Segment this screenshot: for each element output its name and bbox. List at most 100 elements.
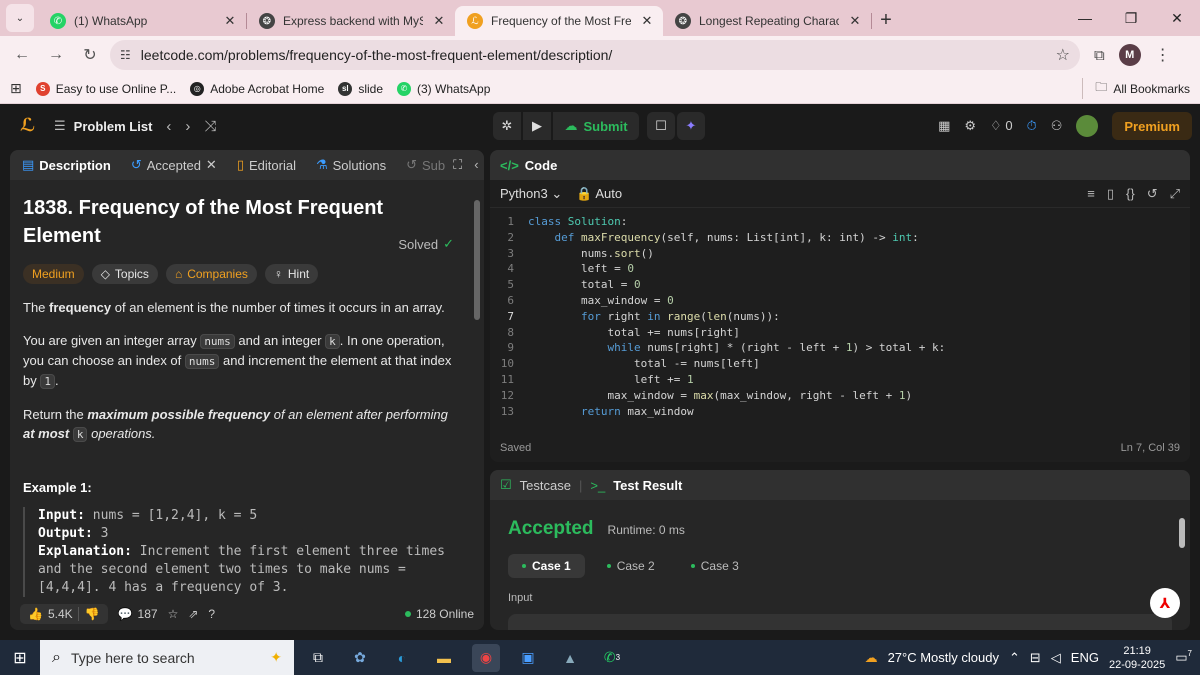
problem-list-button[interactable]: ☰ Problem List: [54, 118, 152, 134]
bookmark-star-icon[interactable]: ☆: [1056, 45, 1070, 65]
acrobat-pdf-icon[interactable]: ⅄: [1150, 588, 1180, 618]
tab-search-chevron-icon[interactable]: ⌄: [6, 4, 34, 32]
tab-editorial[interactable]: ▯ Editorial: [233, 157, 300, 173]
minimize-icon[interactable]: —: [1062, 10, 1108, 26]
back-arrow-icon[interactable]: ←: [8, 41, 36, 69]
copilot-sparkle-icon[interactable]: ✦: [270, 649, 282, 666]
scroll-thumb[interactable]: [1179, 518, 1185, 548]
close-icon[interactable]: ✕: [431, 13, 447, 29]
weather-label[interactable]: 27°C Mostly cloudy: [888, 650, 999, 665]
autocomplete-mode[interactable]: 🔒 Auto: [576, 186, 622, 202]
favorite-star-icon[interactable]: ☆: [168, 607, 179, 621]
topics-chip[interactable]: ◇ Topics: [91, 264, 158, 284]
window-close-icon[interactable]: ✕: [1154, 10, 1200, 27]
help-icon[interactable]: ?: [208, 607, 215, 621]
ai-sparkle-icon[interactable]: ✦: [677, 112, 705, 140]
tab-accepted[interactable]: ↺ Accepted ✕: [127, 157, 221, 173]
like-button[interactable]: 👍 5.4K 👎: [20, 604, 108, 624]
leetcode-logo-icon[interactable]: ℒ: [20, 115, 40, 137]
restore-icon[interactable]: ❐: [1108, 10, 1154, 27]
premium-button[interactable]: Premium: [1112, 112, 1192, 140]
collapse-chevron-icon[interactable]: ‹: [474, 157, 478, 173]
taskbar-search[interactable]: ⌕ Type here to search ✦: [40, 640, 294, 675]
bookmark-slide[interactable]: sl slide: [338, 81, 383, 96]
extensions-icon[interactable]: ⧉: [1094, 47, 1105, 64]
close-icon[interactable]: ✕: [639, 13, 655, 29]
bookmark-icon[interactable]: ▯: [1107, 186, 1114, 202]
chevron-right-icon[interactable]: ›: [185, 118, 190, 135]
network-icon[interactable]: ⊟: [1030, 650, 1041, 666]
menu-kebab-icon[interactable]: ⋮: [1155, 45, 1171, 65]
app-icon[interactable]: ▲: [556, 644, 584, 672]
user-avatar[interactable]: [1076, 115, 1099, 137]
debug-bug-icon[interactable]: ✲: [493, 112, 521, 140]
url-omnibox[interactable]: ☷ leetcode.com/problems/frequency-of-the…: [110, 40, 1080, 70]
settings-gear-icon[interactable]: ⚙: [964, 118, 976, 134]
windows-start-icon[interactable]: ⊞: [0, 648, 40, 668]
browser-tab-whatsapp[interactable]: ✆ (1) WhatsApp ✕: [38, 6, 246, 36]
tab-description[interactable]: ▤ Description: [18, 157, 115, 173]
browser-tab-express[interactable]: ❂ Express backend with MySQL ✕: [247, 6, 455, 36]
tab-solutions[interactable]: ⚗ Solutions: [312, 157, 390, 173]
chrome-icon[interactable]: ◉: [472, 643, 500, 672]
close-icon[interactable]: ✕: [847, 13, 863, 29]
comments-button[interactable]: 💬 187: [118, 607, 158, 621]
close-icon[interactable]: ✕: [206, 157, 217, 173]
language-select[interactable]: Python3 ⌄: [500, 186, 562, 202]
layout-grid-icon[interactable]: ▦: [938, 118, 950, 134]
submit-button[interactable]: ☁ Submit: [553, 112, 639, 140]
bookmark-adobe[interactable]: ◎ Adobe Acrobat Home: [190, 81, 324, 96]
new-tab-icon[interactable]: +: [872, 6, 900, 34]
close-icon[interactable]: ✕: [222, 13, 238, 29]
shuffle-icon[interactable]: ⤨: [204, 118, 216, 135]
tab-submissions[interactable]: ↺ Sub: [402, 157, 449, 173]
runtime-label: Runtime: 0 ms: [607, 523, 685, 537]
tab-testcase[interactable]: Testcase: [520, 478, 571, 493]
edge-icon[interactable]: ◐: [388, 644, 416, 672]
profile-avatar[interactable]: M: [1118, 44, 1141, 66]
timer-icon[interactable]: ⏱: [1027, 118, 1037, 134]
reload-icon[interactable]: ↻: [76, 41, 104, 69]
browser-tab-leetcode[interactable]: ℒ Frequency of the Most Frequent ✕: [455, 6, 663, 36]
language-indicator[interactable]: ENG: [1071, 650, 1099, 665]
url-text[interactable]: leetcode.com/problems/frequency-of-the-m…: [141, 47, 1046, 63]
volume-icon[interactable]: ◁: [1051, 650, 1061, 666]
run-play-icon[interactable]: ▶: [523, 112, 551, 140]
scroll-thumb[interactable]: [474, 200, 480, 320]
expand-icon[interactable]: ⛶: [453, 157, 462, 173]
bookmark-smallpdf[interactable]: S Easy to use Online P...: [35, 81, 176, 96]
forward-arrow-icon[interactable]: →: [42, 41, 70, 69]
fullscreen-icon[interactable]: ⤢: [1170, 186, 1180, 202]
chevron-up-icon[interactable]: ⌃: [1009, 650, 1020, 666]
description-scrollbar[interactable]: [473, 190, 481, 630]
site-info-icon[interactable]: ☷: [120, 48, 131, 62]
task-view-icon[interactable]: ⧉: [304, 644, 332, 672]
browser-tab-longest[interactable]: ❂ Longest Repeating Character Re ✕: [663, 6, 871, 36]
note-icon[interactable]: ☐: [647, 112, 675, 140]
result-scrollbar[interactable]: [1178, 504, 1186, 624]
copilot-icon[interactable]: ✿: [346, 644, 374, 672]
hint-chip[interactable]: ♀ Hint: [264, 264, 319, 284]
share-icon[interactable]: ⇗: [188, 607, 198, 621]
case-tab-2[interactable]: Case 2: [593, 554, 669, 578]
file-explorer-icon[interactable]: ▬: [430, 644, 458, 672]
notification-icon[interactable]: ▭7: [1175, 649, 1192, 665]
add-user-icon[interactable]: ⚇: [1051, 118, 1063, 134]
code-editor[interactable]: 1 class Solution: 2 def maxFrequency(self…: [490, 208, 1190, 420]
bookmark-whatsapp[interactable]: ✆ (3) WhatsApp: [397, 81, 490, 96]
chevron-left-icon[interactable]: ‹: [166, 118, 171, 135]
braces-icon[interactable]: {}: [1126, 186, 1135, 202]
tab-test-result[interactable]: Test Result: [613, 478, 682, 493]
thumbs-down-icon[interactable]: 👎: [77, 607, 100, 621]
store-icon[interactable]: ▣: [514, 644, 542, 672]
format-icon[interactable]: ≡: [1087, 186, 1095, 202]
case-tab-1[interactable]: Case 1: [508, 554, 585, 578]
reset-icon[interactable]: ↺: [1147, 186, 1158, 202]
streak-fire-counter[interactable]: ♢ 0: [990, 118, 1013, 134]
all-bookmarks[interactable]: 🗀 All Bookmarks: [1082, 78, 1190, 99]
whatsapp-icon[interactable]: ✆ 3: [598, 644, 626, 672]
companies-chip[interactable]: ⌂ Companies: [165, 264, 257, 284]
apps-grid-icon[interactable]: ⊞: [10, 80, 22, 97]
case-tab-3[interactable]: Case 3: [677, 554, 753, 578]
clock[interactable]: 21:19 22-09-2025: [1109, 644, 1165, 672]
